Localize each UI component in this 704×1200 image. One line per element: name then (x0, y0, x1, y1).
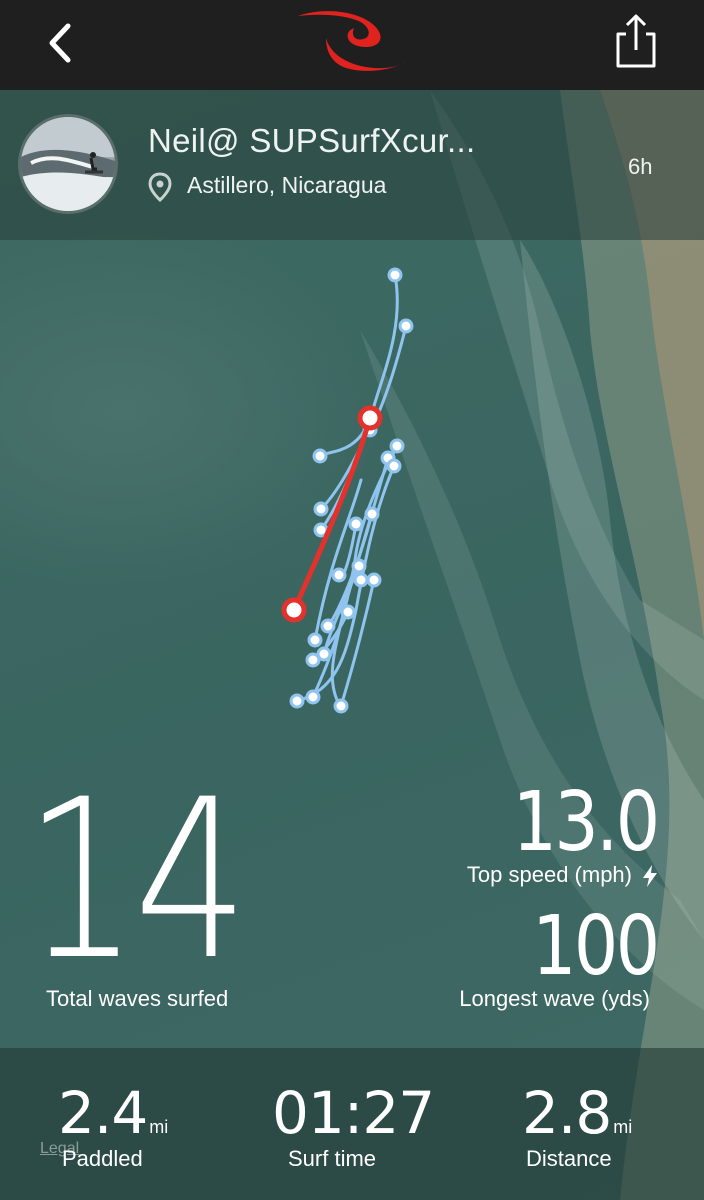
longest-wave-label: Longest wave (yds) (459, 986, 650, 1011)
total-waves-value: 14 (24, 752, 249, 1008)
lightning-bolt-icon (640, 864, 660, 888)
chevron-left-icon (49, 23, 71, 63)
distance-label: Distance (526, 1146, 612, 1171)
back-button[interactable] (40, 18, 84, 68)
surf-time-value: 01:27 (272, 1079, 435, 1147)
username[interactable]: Neil@ SUPSurfXcur... (148, 122, 475, 160)
legal-link[interactable]: Legal (40, 1140, 79, 1158)
location-label: Astillero, Nicaragua (187, 172, 387, 198)
session-map[interactable] (0, 90, 704, 1200)
top-speed-label: Top speed (mph) (466, 862, 632, 887)
surf-time-label: Surf time (288, 1146, 377, 1171)
paddled-unit: mi (149, 1117, 169, 1137)
share-icon (616, 14, 656, 68)
share-button[interactable] (608, 12, 664, 74)
top-speed-value: 13.0 (513, 775, 661, 870)
longest-wave-value: 100 (532, 899, 661, 994)
distance-value: 2.8 (522, 1079, 612, 1147)
total-waves-label: Total waves surfed (46, 986, 229, 1011)
location-pin-icon (148, 172, 172, 203)
time-ago: 6h (628, 154, 653, 179)
top-bar (0, 0, 704, 90)
paddled-value: 2.4 (58, 1079, 148, 1147)
avatar[interactable] (18, 114, 118, 214)
distance-unit: mi (613, 1117, 633, 1137)
distance-stat: 2.8 mi (522, 1084, 632, 1142)
rip-curl-logo (296, 8, 408, 74)
wave-tracks (281, 90, 704, 1200)
surf-time-stat: 01:27 (272, 1084, 435, 1142)
paddled-stat: 2.4 mi (58, 1084, 168, 1142)
